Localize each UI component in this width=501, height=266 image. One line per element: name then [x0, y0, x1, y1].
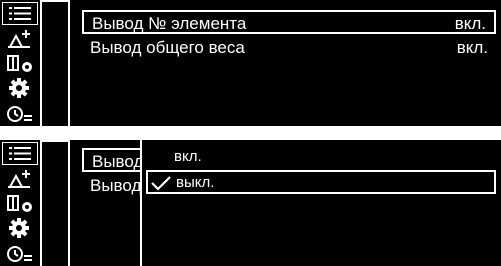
weight-settings-icon[interactable]	[2, 52, 38, 75]
gear-icon[interactable]	[2, 217, 38, 240]
option-off[interactable]: выкл.	[146, 170, 496, 194]
content-divider	[68, 0, 70, 126]
settings-screen-top: Вывод № элемента вкл. Вывод общего веса …	[0, 0, 501, 126]
option-on[interactable]: вкл.	[146, 146, 496, 170]
list-icon[interactable]	[2, 2, 38, 25]
row-value: вкл.	[454, 14, 486, 33]
option-label: вкл.	[174, 148, 202, 165]
row-label: Вывод № элемента	[92, 14, 247, 33]
timer-settings-icon[interactable]	[2, 102, 38, 125]
checkmark-icon	[151, 176, 171, 191]
scale-add-icon[interactable]	[2, 27, 38, 50]
settings-screen-bottom: Вывод Вывод вкл. выкл.	[0, 140, 501, 266]
option-label: выкл.	[176, 174, 215, 191]
value-dropdown: вкл. выкл.	[140, 140, 501, 266]
tab-notch	[40, 140, 70, 142]
row-label: Вывод общего веса	[90, 38, 245, 57]
list-item-total-weight[interactable]: Вывод общего веса вкл.	[82, 36, 496, 60]
sidebar	[0, 0, 40, 126]
gear-icon[interactable]	[2, 77, 38, 100]
row-label: Вывод	[92, 152, 144, 171]
list-icon[interactable]	[2, 142, 38, 165]
row-label: Вывод	[90, 176, 142, 195]
sidebar-divider	[40, 140, 42, 266]
tab-notch	[40, 0, 70, 2]
content-divider	[68, 140, 70, 266]
timer-settings-icon[interactable]	[2, 242, 38, 265]
sidebar	[0, 140, 40, 266]
row-value: вкл.	[456, 38, 488, 57]
list-item-element-number[interactable]: Вывод № элемента вкл.	[82, 10, 496, 34]
scale-add-icon[interactable]	[2, 167, 38, 190]
weight-settings-icon[interactable]	[2, 192, 38, 215]
sidebar-divider	[40, 0, 42, 126]
screen-separator	[0, 126, 501, 140]
